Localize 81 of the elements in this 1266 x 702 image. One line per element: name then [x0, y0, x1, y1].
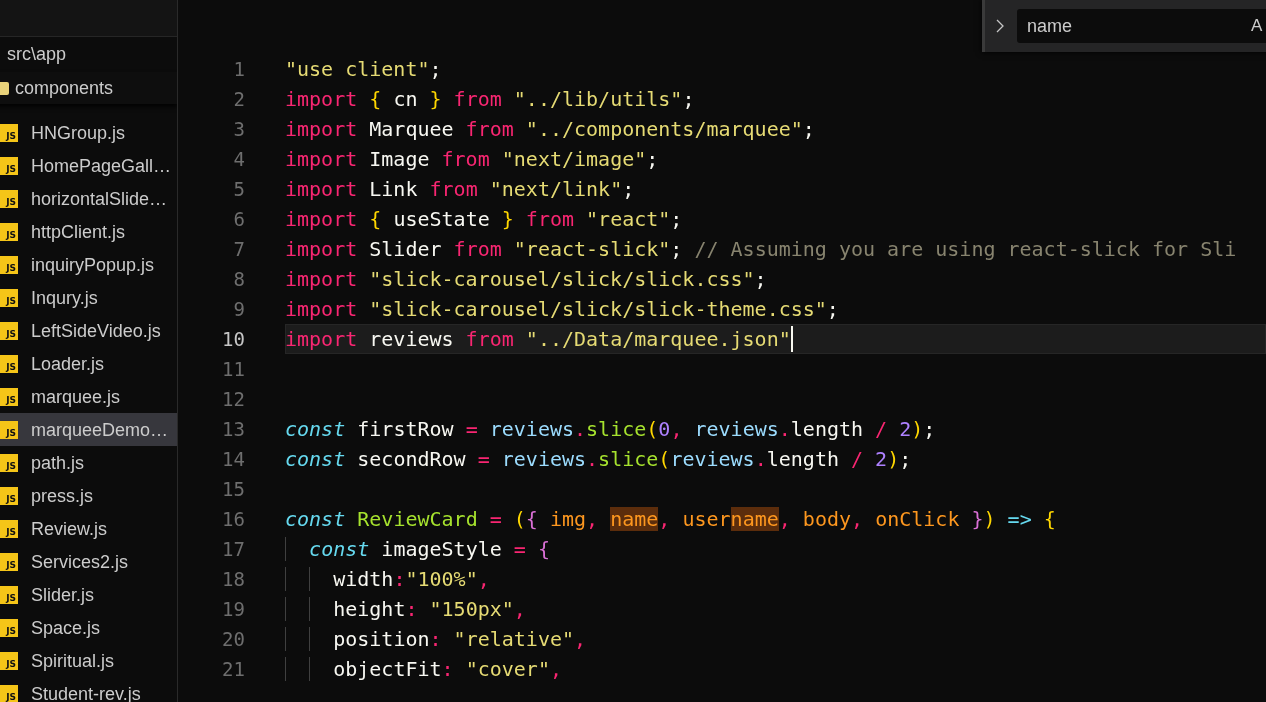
- js-file-icon: JS: [0, 519, 18, 538]
- line-number: 14: [221, 448, 245, 470]
- file-item[interactable]: JS Inqury.js: [0, 281, 177, 314]
- code-line: import { cn } from "../lib/utils";: [285, 87, 695, 111]
- line-number: 21: [221, 658, 245, 680]
- line-number: 3: [232, 118, 245, 140]
- code-line: const imageStyle = {: [285, 537, 550, 561]
- line-number: 18: [221, 568, 245, 590]
- js-file-icon: JS: [0, 123, 18, 142]
- line-number: 8: [232, 268, 245, 290]
- js-file-icon: JS: [0, 222, 18, 241]
- file-item[interactable]: JS Review.js: [0, 512, 177, 545]
- code-line: const secondRow = reviews.slice(reviews.length / 2);: [285, 447, 912, 471]
- file-item[interactable]: JS marqueeDemo…: [0, 413, 177, 446]
- js-file-icon: JS: [0, 420, 18, 439]
- line-number: 5: [232, 178, 245, 200]
- folder-header[interactable]: components: [0, 72, 177, 104]
- code-line: "use client";: [285, 57, 442, 81]
- js-file-icon: JS: [0, 321, 18, 340]
- code-line: import Image from "next/image";: [285, 147, 659, 171]
- file-item[interactable]: JS Slider.js: [0, 578, 177, 611]
- code-line: import "slick-carousel/slick/slick-theme.css";: [285, 297, 839, 321]
- file-item[interactable]: JS Space.js: [0, 611, 177, 644]
- js-file-icon: JS: [0, 684, 18, 702]
- line-number: 7: [232, 238, 245, 260]
- line-number: 16: [221, 508, 245, 530]
- js-file-icon: JS: [0, 552, 18, 571]
- line-number: 9: [232, 298, 245, 320]
- file-item[interactable]: JS press.js: [0, 479, 177, 512]
- file-item[interactable]: JS HomePageGall…: [0, 149, 177, 182]
- file-item[interactable]: JS Services2.js: [0, 545, 177, 578]
- js-file-icon: JS: [0, 189, 18, 208]
- file-item[interactable]: JS HNGroup.js: [0, 116, 177, 149]
- line-number: 20: [221, 628, 245, 650]
- find-field[interactable]: name A: [1017, 9, 1266, 43]
- folder-icon: [0, 81, 9, 95]
- js-file-icon: JS: [0, 255, 18, 274]
- code-line: const ReviewCard = ({ img, name, username, body, onClick }) => {: [285, 507, 1056, 531]
- line-number: 10: [221, 328, 245, 350]
- js-file-icon: JS: [0, 486, 18, 505]
- file-item[interactable]: JS httpClient.js: [0, 215, 177, 248]
- file-item[interactable]: JS Loader.js: [0, 347, 177, 380]
- js-file-icon: JS: [0, 651, 18, 670]
- code-line: import Marquee from "../components/marquee";: [285, 117, 815, 141]
- js-file-icon: JS: [0, 618, 18, 637]
- text-cursor: [790, 326, 793, 352]
- line-number: 12: [221, 388, 245, 410]
- code-line: position: "relative",: [285, 627, 587, 651]
- line-number: 17: [221, 538, 245, 560]
- code-line: import "slick-carousel/slick/slick.css";: [285, 267, 767, 291]
- line-number: 13: [221, 418, 245, 440]
- js-file-icon: JS: [0, 156, 18, 175]
- code-line: width:"100%",: [285, 567, 490, 591]
- code-line: import { useState } from "react";: [285, 207, 683, 231]
- line-number: 2: [232, 88, 245, 110]
- js-file-icon: JS: [0, 453, 18, 472]
- line-number: 1: [232, 58, 245, 80]
- js-file-icon: JS: [0, 585, 18, 604]
- line-number: 19: [221, 598, 245, 620]
- file-item[interactable]: JS horizontalSlide…: [0, 182, 177, 215]
- code-line: import Slider from "react-slick"; // Assuming you are using react-slick for Sli: [285, 237, 1237, 261]
- js-file-icon: JS: [0, 354, 18, 373]
- code-line: const firstRow = reviews.slice(0, reviews.length / 2);: [285, 417, 936, 441]
- code-line: height: "150px",: [285, 597, 526, 621]
- breadcrumb[interactable]: src\app: [7, 44, 67, 65]
- line-number: 6: [232, 208, 245, 230]
- file-item[interactable]: JS Spiritual.js: [0, 644, 177, 677]
- file-item[interactable]: JS path.js: [0, 446, 177, 479]
- code-line: import reviews from "../Data/marquee.json": [285, 327, 791, 351]
- file-item[interactable]: JS marquee.js: [0, 380, 177, 413]
- line-number: 11: [221, 358, 245, 380]
- code-line: import Link from "next/link";: [285, 177, 635, 201]
- chevron-icon: [996, 19, 1004, 33]
- file-item[interactable]: JS LeftSideVideo.js: [0, 314, 177, 347]
- line-number: 15: [221, 478, 245, 500]
- file-item[interactable]: JS inquiryPopup.js: [0, 248, 177, 281]
- code-line: objectFit: "cover",: [285, 657, 562, 681]
- line-number: 4: [232, 148, 245, 170]
- js-file-icon: JS: [0, 288, 18, 307]
- match-case-button[interactable]: A: [1251, 16, 1263, 36]
- js-file-icon: JS: [0, 387, 18, 406]
